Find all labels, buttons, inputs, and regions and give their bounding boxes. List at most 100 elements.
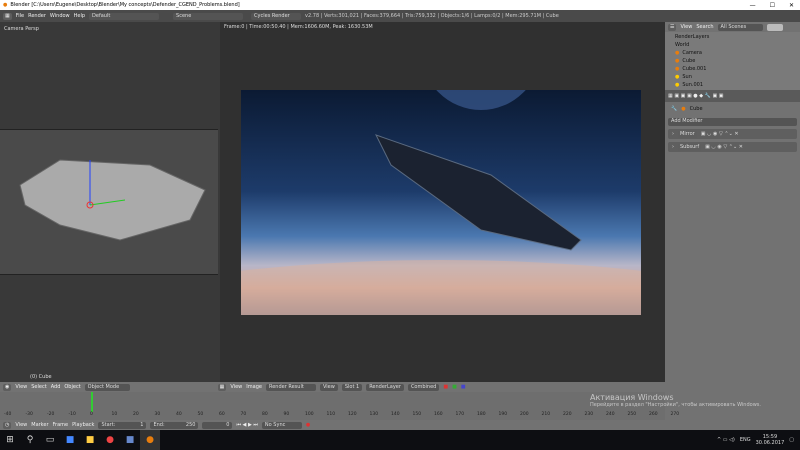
timeline-tick: 50 bbox=[197, 412, 204, 417]
notifications-icon[interactable]: ▢ bbox=[789, 437, 794, 443]
timeline-tick: 270 bbox=[670, 412, 680, 417]
language-indicator[interactable]: ENG bbox=[740, 437, 751, 443]
menu-playback[interactable]: Playback bbox=[72, 422, 94, 428]
outliner-view-menu[interactable]: View bbox=[680, 24, 692, 30]
current-frame-field[interactable]: 0 bbox=[202, 421, 233, 429]
menu-image[interactable]: Image bbox=[246, 384, 262, 390]
editor-type-icon[interactable]: ◷ bbox=[3, 421, 12, 429]
add-modifier-button[interactable]: Add Modifier bbox=[668, 118, 797, 126]
menu-add[interactable]: Add bbox=[51, 384, 61, 390]
view-select[interactable]: View bbox=[319, 383, 338, 391]
app-icon[interactable]: ■ bbox=[120, 430, 140, 450]
outliner-item[interactable]: ● Cube.001 bbox=[665, 65, 800, 73]
stats-text: v2.78 | Verts:301,021 | Faces:379,664 | … bbox=[305, 13, 559, 19]
taskbar: ⊞ ⚲ ▭ ■ ■ ● ■ ● ^ ▭ ◁) ENG 15:59 30.06.20… bbox=[0, 430, 800, 450]
timeline-tick: 260 bbox=[649, 412, 658, 417]
menu-marker[interactable]: Marker bbox=[31, 422, 48, 428]
search-icon[interactable]: ⚲ bbox=[20, 430, 40, 450]
timeline-tick: 90 bbox=[283, 412, 290, 417]
record-button[interactable]: ● bbox=[306, 422, 310, 428]
timeline-tick: -20 bbox=[47, 412, 55, 417]
menu-select[interactable]: Select bbox=[31, 384, 46, 390]
slot-select[interactable]: Slot 1 bbox=[341, 383, 363, 391]
render-engine-select[interactable]: Cycles Render bbox=[251, 12, 302, 20]
right-panels: ☰ View Search All Scenes RenderLayers Wo… bbox=[665, 22, 800, 430]
menu-frame[interactable]: Frame bbox=[53, 422, 69, 428]
timeline-tick: 30 bbox=[154, 412, 161, 417]
timeline-header: ◷ View Marker Frame Playback Start: 1 End… bbox=[0, 420, 665, 430]
outliner-item[interactable]: ● Cube bbox=[665, 57, 800, 65]
modifier-subsurf[interactable]: › Subsurf ▣ ◡ ◉ ▽ ⌃⌄ ✕ bbox=[668, 142, 797, 152]
save-app-icon[interactable]: ■ bbox=[60, 430, 80, 450]
task-view-icon[interactable]: ▭ bbox=[40, 430, 60, 450]
windows-activation-watermark: Активация Windows Перейдите в раздел "На… bbox=[590, 393, 761, 408]
chrome-icon[interactable]: ● bbox=[100, 430, 120, 450]
blender-taskbar-icon[interactable]: ● bbox=[140, 430, 160, 450]
maximize-button[interactable]: ☐ bbox=[770, 2, 775, 9]
outliner-item[interactable]: RenderLayers bbox=[665, 33, 800, 41]
menu-file[interactable]: File bbox=[16, 13, 24, 19]
close-button[interactable]: ✕ bbox=[789, 2, 794, 9]
render-info: Frame:0 | Time:00:50.40 | Mem:1606.60M, … bbox=[224, 24, 373, 30]
menu-view[interactable]: View bbox=[230, 384, 242, 390]
properties-tabs[interactable]: ▦ ▣ ▣ ▣ ● ◆ 🔧 ▣ ▣ bbox=[665, 90, 800, 102]
menu-view[interactable]: View bbox=[15, 422, 27, 428]
explorer-icon[interactable]: ■ bbox=[80, 430, 100, 450]
menu-help[interactable]: Help bbox=[74, 13, 85, 19]
end-frame-field[interactable]: End: 250 bbox=[150, 421, 199, 429]
outliner-item[interactable]: ● Camera bbox=[665, 49, 800, 57]
timeline-tick: 230 bbox=[584, 412, 594, 417]
menu-object[interactable]: Object bbox=[64, 384, 80, 390]
menu-window[interactable]: Window bbox=[50, 13, 70, 19]
mode-select[interactable]: Object Mode bbox=[84, 383, 130, 391]
timeline-tick: 40 bbox=[176, 412, 182, 417]
timeline-tick: 0 bbox=[90, 412, 93, 417]
timeline-tick: 20 bbox=[133, 412, 139, 417]
start-icon[interactable]: ⊞ bbox=[0, 430, 20, 450]
tray-icons[interactable]: ^ ▭ ◁) bbox=[717, 437, 735, 443]
outliner-search-menu[interactable]: Search bbox=[696, 24, 713, 30]
timeline-tick: 120 bbox=[348, 412, 357, 417]
timeline-tick: -10 bbox=[68, 412, 76, 417]
clock[interactable]: 15:59 30.06.2017 bbox=[756, 434, 785, 446]
timeline-tick: 140 bbox=[391, 412, 400, 417]
editor-type-icon[interactable]: ▦ bbox=[3, 12, 12, 20]
menu-view[interactable]: View bbox=[15, 384, 27, 390]
timeline-tick: 130 bbox=[369, 412, 379, 417]
blender-icon: ● bbox=[3, 2, 8, 8]
editor-headers: ◉ View Select Add Object Object Mode ▦ V… bbox=[0, 382, 665, 392]
minimize-button[interactable]: — bbox=[750, 2, 756, 9]
start-frame-field[interactable]: Start: 1 bbox=[98, 421, 147, 429]
image-select[interactable]: Render Result bbox=[265, 383, 316, 391]
3d-viewport[interactable]: Camera Persp (0) Cube bbox=[0, 22, 218, 382]
playback-controls[interactable]: ⏮ ◀ ▶ ⏭ bbox=[236, 422, 257, 428]
timeline[interactable]: -40 -30 -20 -10 0 10 20 30 40 50 60 70 80 90 100 110 120… bbox=[0, 392, 679, 420]
editor-type-icon[interactable]: ☰ bbox=[668, 23, 677, 31]
outliner-item[interactable]: ● Sun bbox=[665, 73, 800, 81]
timeline-tick: 160 bbox=[434, 412, 443, 417]
timeline-tick: 220 bbox=[563, 412, 572, 417]
outliner-item[interactable]: World bbox=[665, 41, 800, 49]
layer-select[interactable]: RenderLayer bbox=[366, 383, 404, 391]
timeline-tick: 10 bbox=[111, 412, 118, 417]
timeline-tick: 200 bbox=[520, 412, 529, 417]
current-frame-line[interactable] bbox=[91, 392, 93, 412]
menu-render[interactable]: Render bbox=[28, 13, 46, 19]
timeline-tick: 210 bbox=[541, 412, 551, 417]
sync-select[interactable]: No Sync bbox=[261, 421, 302, 429]
modifier-mirror[interactable]: › Mirror ▣ ◡ ◉ ▽ ⌃⌄ ✕ bbox=[668, 129, 797, 139]
scene-filter-select[interactable]: All Scenes bbox=[717, 23, 763, 31]
timeline-tick: 190 bbox=[498, 412, 508, 417]
timeline-tick: 180 bbox=[477, 412, 486, 417]
timeline-tick: 110 bbox=[326, 412, 336, 417]
pass-select[interactable]: Combined bbox=[407, 383, 440, 391]
scene-select[interactable]: Scene bbox=[173, 12, 244, 20]
editor-type-icon[interactable]: ◉ bbox=[3, 383, 12, 391]
render-result-image bbox=[241, 90, 641, 315]
outliner-item[interactable]: ● Sun.001 bbox=[665, 81, 800, 89]
timeline-tick: 60 bbox=[219, 412, 225, 417]
editor-type-icon[interactable]: ▦ bbox=[217, 383, 227, 391]
layout-select[interactable]: Default bbox=[89, 12, 160, 20]
search-input[interactable] bbox=[766, 23, 783, 31]
timeline-tick: 150 bbox=[412, 412, 422, 417]
